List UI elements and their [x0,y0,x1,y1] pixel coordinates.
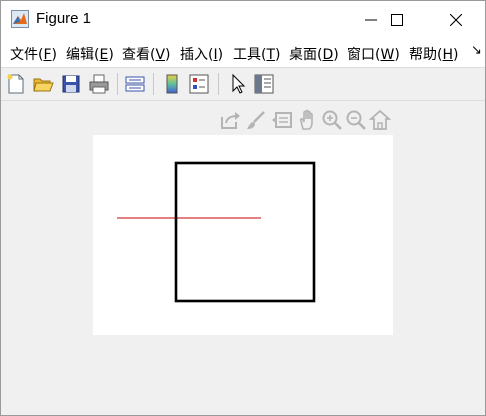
black-square [174,161,316,303]
menu-accelerator: T [266,47,276,63]
menu-tools[interactable]: 工具(T) [233,44,281,64]
print-icon[interactable] [88,73,110,95]
menu-accelerator: E [99,47,109,63]
menu-label: 查看( [122,47,156,63]
menu-accelerator: F [43,47,52,63]
menu-overflow-icon[interactable]: ↘ [471,43,482,58]
close-icon [450,14,462,26]
menu-insert[interactable]: 插入(I) [180,44,223,64]
menu-accelerator: D [322,47,334,63]
menu-file[interactable]: 文件(F) [10,44,57,64]
menu-bar: 文件(F) 编辑(E) 查看(V) 插入(I) 工具(T) 桌面(D) 窗口(W… [1,39,485,67]
menu-accelerator: V [155,47,166,63]
insert-colorbar-icon[interactable] [161,73,183,95]
brush-icon[interactable] [245,109,267,131]
menu-view[interactable]: 查看(V) [122,44,171,64]
edit-plot-arrow-icon[interactable] [227,73,249,95]
menu-accelerator: H [442,47,453,63]
export-icon[interactable] [219,109,241,131]
insert-legend-icon[interactable] [188,73,210,95]
toolbar-separator [218,73,219,95]
menu-label: 窗口( [347,47,381,63]
figure-window: Figure 1 文件(F) 编辑(E) 查看(V) 插入(I) 工具(T) 桌… [0,0,486,416]
menu-label: 帮助( [409,47,443,63]
figure-toolbar [1,67,485,101]
menu-edit[interactable]: 编辑(E) [66,44,114,64]
menu-suffix: ) [453,47,459,63]
close-button[interactable] [433,1,479,39]
axes[interactable] [93,135,393,335]
menu-label: 文件( [10,47,44,63]
home-icon[interactable] [369,109,391,131]
menu-desktop[interactable]: 桌面(D) [289,44,339,64]
window-title: Figure 1 [36,10,92,27]
zoom-out-icon[interactable] [345,109,367,131]
maximize-button[interactable] [374,1,420,39]
title-bar[interactable]: Figure 1 [1,1,485,39]
menu-suffix: ) [333,47,339,63]
new-figure-icon[interactable] [5,73,27,95]
open-file-icon[interactable] [32,73,54,95]
pan-icon[interactable] [297,109,319,131]
menu-accelerator: W [380,47,395,63]
menu-label: 编辑( [66,47,100,63]
menu-suffix: ) [165,47,171,63]
data-tips-icon[interactable] [271,109,293,131]
menu-window[interactable]: 窗口(W) [347,44,400,64]
matlab-logo-icon [11,10,29,28]
save-icon[interactable] [60,73,82,95]
toolbar-separator [117,73,118,95]
toolbar-separator [153,73,154,95]
menu-suffix: ) [394,47,400,63]
menu-label: 桌面( [289,47,323,63]
maximize-icon [391,14,403,26]
menu-suffix: ) [275,47,281,63]
figure-canvas[interactable] [1,101,485,415]
link-plot-icon[interactable] [124,73,146,95]
menu-suffix: ) [51,47,57,63]
menu-help[interactable]: 帮助(H) [409,44,458,64]
menu-suffix: ) [217,47,224,63]
menu-label: 工具( [233,47,267,63]
property-inspector-icon[interactable] [253,73,275,95]
menu-suffix: ) [108,47,114,63]
zoom-in-icon[interactable] [321,109,343,131]
menu-label: 插入( [180,47,214,63]
